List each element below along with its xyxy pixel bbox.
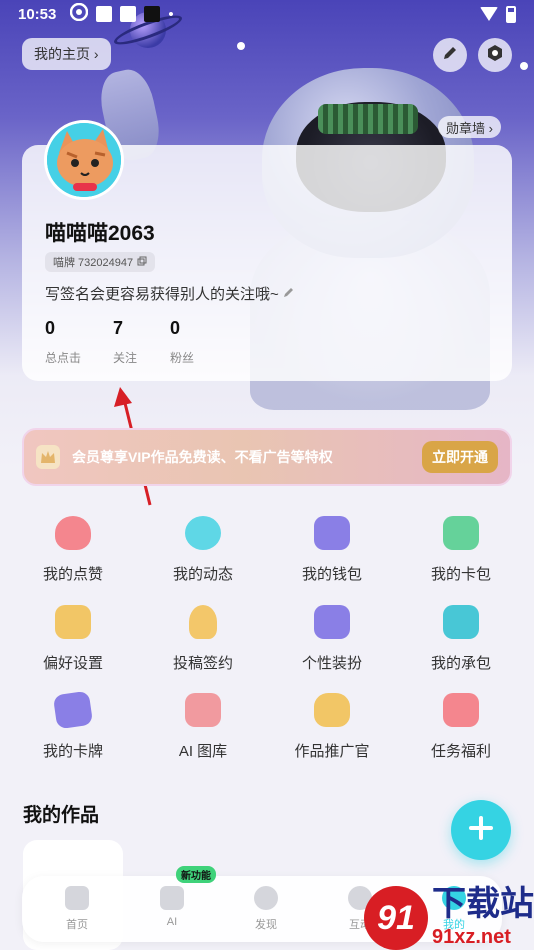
stat-label: 总点击 <box>45 351 82 365</box>
watermark-top-text: 下载站 <box>432 885 534 923</box>
grid-item-dress-up[interactable]: 个性装扮 <box>267 605 397 673</box>
grid-label: 我的钱包 <box>301 566 362 583</box>
vip-text: 会员尊享VIP作品免费读、不看广告等特权 <box>72 449 333 465</box>
grid-label: 我的点赞 <box>42 566 103 583</box>
settings-button[interactable] <box>478 38 512 72</box>
grid-label: 我的卡包 <box>430 566 491 583</box>
wifi-icon <box>480 7 498 21</box>
grid-label: AI 图库 <box>178 743 228 760</box>
status-time: 10:53 <box>18 5 57 23</box>
discover-icon <box>254 886 278 910</box>
fish-icon <box>443 605 479 639</box>
wallet-icon <box>314 516 350 550</box>
grid-item-posts[interactable]: 我的动态 <box>138 516 268 584</box>
tab-ai[interactable]: AI <box>142 886 202 928</box>
stat-total-clicks[interactable]: 0 总点击 <box>45 318 81 366</box>
tab-discover[interactable]: 发现 <box>236 886 296 932</box>
works-section-title: 我的作品 <box>23 805 100 826</box>
dot-icon: • <box>168 5 174 23</box>
grid-item-wallet[interactable]: 我的钱包 <box>267 516 397 584</box>
stat-value: 0 <box>170 318 181 338</box>
grid-item-ai-gallery[interactable]: AI 图库 <box>138 693 268 761</box>
ai-icon <box>160 886 184 910</box>
card-icon <box>443 516 479 550</box>
grid-label: 偏好设置 <box>42 655 103 672</box>
pencil-icon <box>442 45 458 66</box>
tab-home[interactable]: 首页 <box>47 886 107 932</box>
leaf-icon <box>185 516 221 550</box>
bulb-icon <box>189 605 217 639</box>
shop-icon <box>314 605 350 639</box>
signature-text: 写签名会更容易获得别人的关注哦~ <box>45 286 279 303</box>
tab-label: 发现 <box>255 919 277 931</box>
vip-banner[interactable]: 会员尊享VIP作品免费读、不看广告等特权 立即开通 <box>22 428 512 486</box>
site-watermark: 91 下载站 91xz.net <box>364 886 534 950</box>
create-button[interactable] <box>451 800 511 860</box>
status-bar: 10:53 • <box>0 0 534 28</box>
grid-label: 我的动态 <box>172 566 233 583</box>
grid-label: 投稿签约 <box>172 655 233 672</box>
username: 喵喵喵2063 <box>45 222 155 245</box>
tab-label: 首页 <box>66 919 88 931</box>
gear-icon <box>486 44 504 67</box>
home-icon <box>65 886 89 910</box>
stat-label: 粉丝 <box>170 351 195 365</box>
star-decoration <box>520 62 528 70</box>
grid-item-submission[interactable]: 投稿签约 <box>138 605 268 673</box>
user-id-badge[interactable]: 喵牌 732024947 <box>45 252 156 272</box>
edit-button[interactable] <box>433 38 467 72</box>
tab-label: AI <box>166 916 178 928</box>
avatar[interactable] <box>44 120 124 200</box>
grid-item-card-pack[interactable]: 我的卡包 <box>396 516 526 584</box>
grid-item-task-rewards[interactable]: 任务福利 <box>396 693 526 761</box>
cards-icon <box>52 690 94 730</box>
stat-fans[interactable]: 0 粉丝 <box>170 318 194 366</box>
grid-item-my-cards[interactable]: 我的卡牌 <box>8 690 138 761</box>
pencil-icon <box>283 285 295 302</box>
heart-icon <box>55 516 91 550</box>
aperture-icon <box>70 2 89 25</box>
copy-icon <box>137 256 147 269</box>
battery-icon <box>506 5 516 23</box>
money-bag-icon <box>314 693 350 727</box>
astronaut-teeth-illustration <box>318 104 418 134</box>
user-id-text: 喵牌 732024947 <box>53 257 134 269</box>
grid-label: 个性装扮 <box>301 655 362 672</box>
cat-avatar-icon <box>47 123 121 197</box>
notification-icon <box>96 6 113 22</box>
watermark-bottom-text: 91xz.net <box>432 926 511 948</box>
grid-item-preferences[interactable]: 偏好设置 <box>8 605 138 673</box>
grid-label: 作品推广官 <box>294 743 370 760</box>
my-homepage-button[interactable]: 我的主页 › <box>22 38 111 70</box>
signature-row[interactable]: 写签名会更容易获得别人的关注哦~ <box>45 283 295 304</box>
notification-icon <box>144 6 161 22</box>
badge-wall-button[interactable]: 勋章墙 › <box>438 116 501 138</box>
stat-following[interactable]: 7 关注 <box>113 318 137 366</box>
new-feature-tag: 新功能 <box>176 866 216 883</box>
vip-open-button[interactable]: 立即开通 <box>422 441 498 473</box>
grid-label: 我的卡牌 <box>42 743 103 760</box>
stat-value: 0 <box>45 318 56 338</box>
stat-value: 7 <box>113 318 124 338</box>
watermark-logo: 91 <box>364 886 428 950</box>
grid-item-promoter[interactable]: 作品推广官 <box>267 693 397 761</box>
grid-label: 任务福利 <box>430 743 491 760</box>
notification-icon <box>120 6 137 22</box>
stat-label: 关注 <box>113 351 138 365</box>
image-icon <box>185 693 221 727</box>
grid-label: 我的承包 <box>430 655 491 672</box>
heart-tag-icon <box>55 605 91 639</box>
crown-icon <box>36 445 60 469</box>
grid-item-likes[interactable]: 我的点赞 <box>8 516 138 584</box>
star-decoration <box>237 42 245 50</box>
gift-bag-icon <box>443 693 479 727</box>
grid-item-contract[interactable]: 我的承包 <box>396 605 526 673</box>
plus-icon <box>467 814 495 847</box>
